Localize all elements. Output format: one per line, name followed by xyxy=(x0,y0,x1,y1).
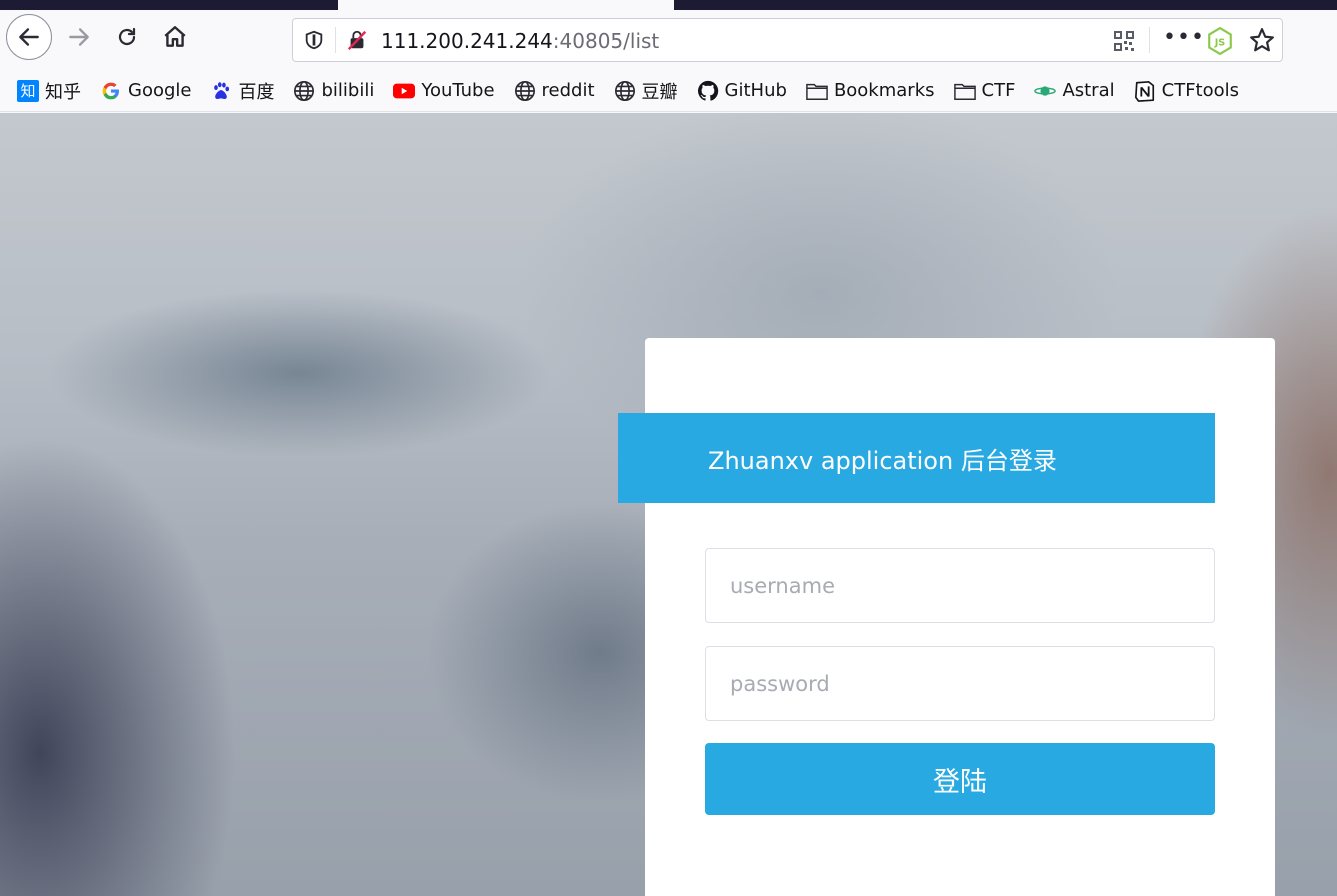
insecure-lock-icon[interactable] xyxy=(345,29,369,51)
bookmark-label: bilibili xyxy=(321,80,375,101)
bookmark-label: Astral xyxy=(1062,80,1115,101)
bookmark-label: reddit xyxy=(541,80,595,101)
tracking-shield-icon[interactable] xyxy=(303,29,325,51)
bookmark-label: Bookmarks xyxy=(833,80,935,101)
login-button[interactable]: 登陆 xyxy=(705,743,1215,815)
page-viewport: Zhuanxv application 后台登录 登陆 xyxy=(0,113,1337,896)
google-icon xyxy=(100,80,122,102)
bookmark-label: 百度 xyxy=(238,81,275,103)
bookmark-astral[interactable]: Astral xyxy=(1034,76,1115,106)
globe-icon xyxy=(293,80,315,102)
bookmark-github[interactable]: GitHub xyxy=(697,76,787,106)
bookmarks-toolbar: 知 知乎 Google 百度 bilibili YouTube reddit 豆… xyxy=(0,70,1337,112)
home-button[interactable] xyxy=(154,16,196,58)
nav-toolbar: 111.200.241.244:40805/list ••• JS xyxy=(0,10,1337,70)
url-divider xyxy=(1149,27,1150,53)
bookmark-google[interactable]: Google xyxy=(100,76,191,106)
username-input[interactable] xyxy=(705,548,1215,623)
page-actions-menu[interactable]: ••• xyxy=(1163,25,1205,50)
arrow-right-icon xyxy=(69,28,89,46)
github-icon xyxy=(697,80,719,102)
back-button[interactable] xyxy=(6,14,52,60)
bookmark-star-icon[interactable] xyxy=(1249,27,1275,53)
baidu-paw-icon xyxy=(210,80,232,102)
bookmark-label: CTF xyxy=(981,80,1016,101)
bookmark-youtube[interactable]: YouTube xyxy=(393,76,495,106)
bookmark-zhihu[interactable]: 知 知乎 xyxy=(17,76,81,106)
bookmark-label: YouTube xyxy=(421,80,495,101)
bookmark-label: 豆瓣 xyxy=(641,81,678,103)
url-path: :40805/list xyxy=(552,29,660,53)
bookmark-ctftools[interactable]: CTFtools xyxy=(1134,76,1239,106)
nodejs-extension-icon[interactable]: JS xyxy=(1207,27,1233,55)
bookmark-label: CTFtools xyxy=(1161,80,1240,101)
bookmark-label: Google xyxy=(128,80,192,101)
bookmark-label: GitHub xyxy=(724,80,787,101)
planet-icon xyxy=(1034,80,1057,102)
bookmark-bilibili[interactable]: bilibili xyxy=(293,76,374,106)
tab-strip xyxy=(0,0,1337,10)
url-text[interactable]: 111.200.241.244:40805/list xyxy=(381,28,659,54)
reload-button[interactable] xyxy=(106,16,148,58)
youtube-icon xyxy=(393,80,416,102)
globe-icon xyxy=(514,80,536,102)
qr-code-icon[interactable] xyxy=(1112,29,1136,53)
bookmark-folder-ctf[interactable]: CTF xyxy=(953,76,1016,106)
url-bar[interactable]: 111.200.241.244:40805/list ••• JS xyxy=(292,18,1283,62)
arrow-left-icon xyxy=(19,28,39,46)
bookmark-label: 知乎 xyxy=(45,81,81,103)
active-tab[interactable] xyxy=(338,0,674,10)
folder-icon xyxy=(806,80,828,102)
forward-button[interactable] xyxy=(58,16,100,58)
bookmark-douban[interactable]: 豆瓣 xyxy=(614,76,678,106)
svg-text:JS: JS xyxy=(1214,37,1226,48)
login-title: Zhuanxv application 后台登录 xyxy=(618,413,1215,503)
home-icon xyxy=(164,26,186,47)
bookmark-baidu[interactable]: 百度 xyxy=(210,76,274,106)
bookmark-reddit[interactable]: reddit xyxy=(514,76,595,106)
folder-icon xyxy=(953,80,976,102)
notion-icon xyxy=(1134,80,1156,102)
bookmark-folder-bookmarks[interactable]: Bookmarks xyxy=(806,76,935,106)
reload-icon xyxy=(118,27,136,46)
password-input[interactable] xyxy=(705,646,1215,721)
url-divider xyxy=(335,27,336,53)
globe-icon xyxy=(614,80,636,102)
zhihu-icon: 知 xyxy=(17,79,39,102)
url-host: 111.200.241.244 xyxy=(381,29,553,53)
